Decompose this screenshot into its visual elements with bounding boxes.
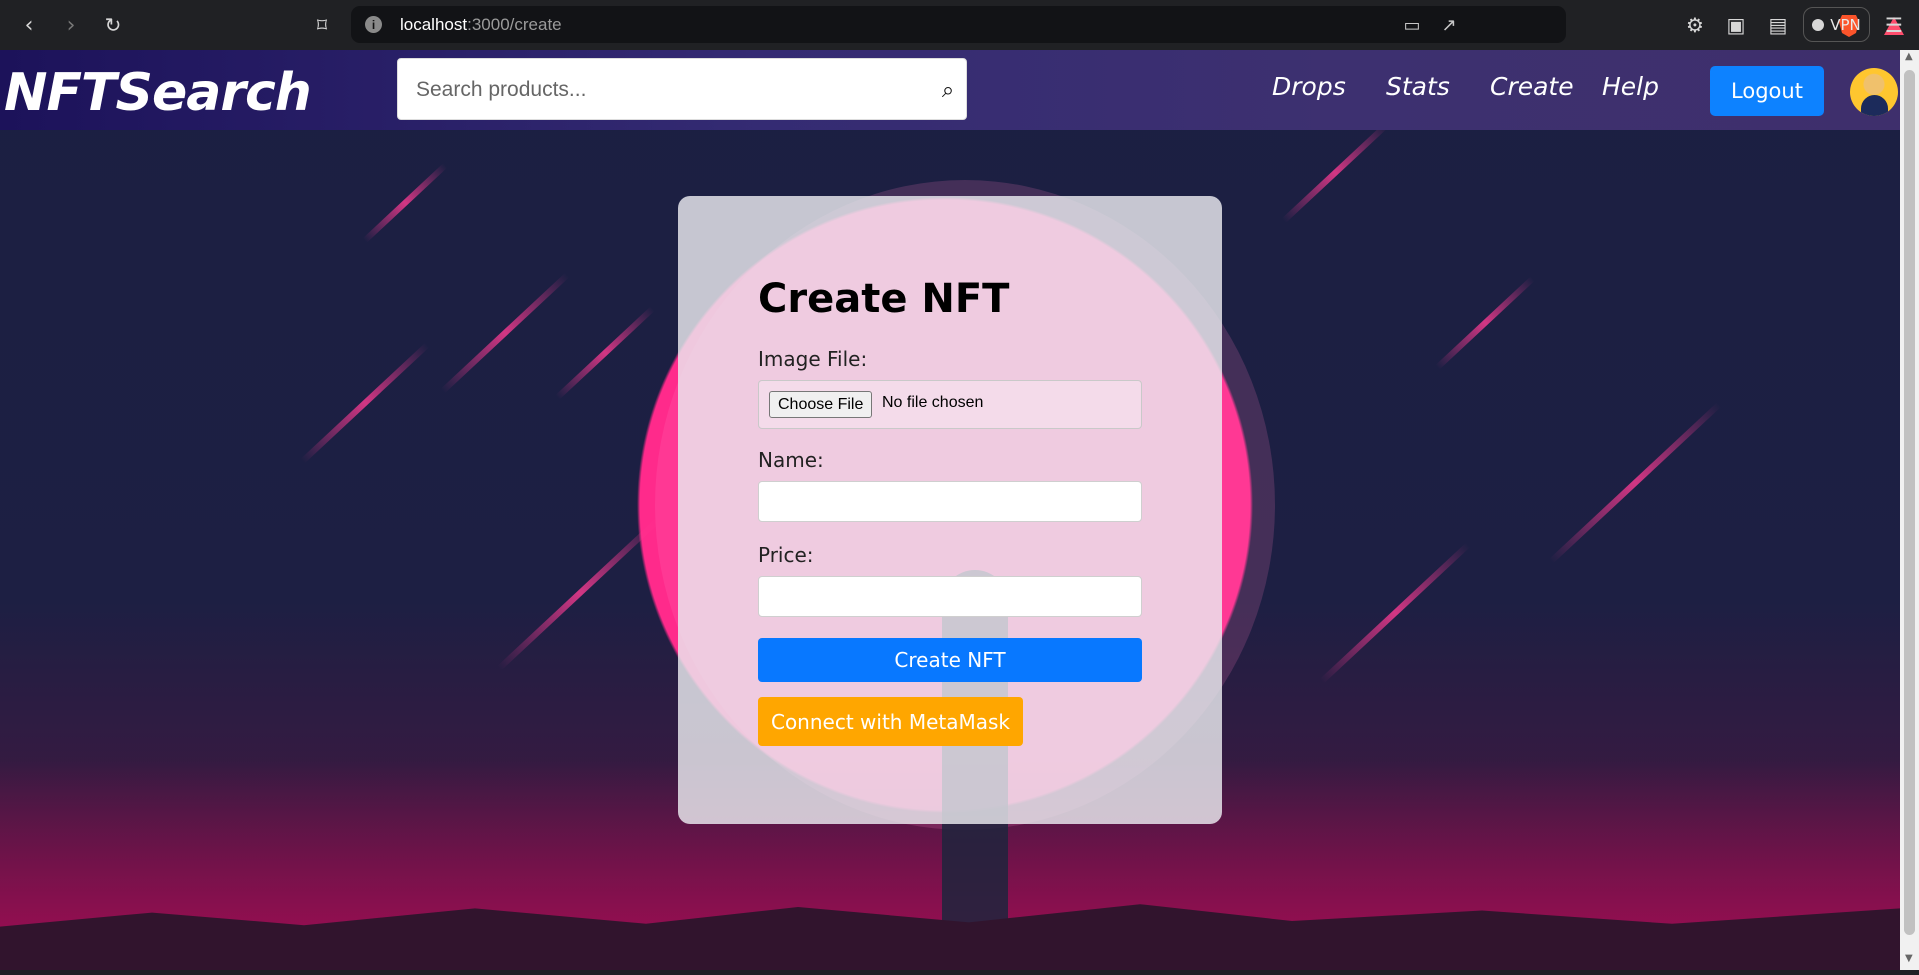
price-field[interactable]: [758, 576, 1142, 617]
page-scrollbar[interactable]: ▲ ▼: [1900, 50, 1919, 970]
brand-logo[interactable]: NFTSearch: [4, 63, 312, 123]
vpn-status-icon: [1812, 18, 1825, 31]
file-status: No file chosen: [882, 394, 984, 411]
url-path: :3000/create: [467, 15, 562, 34]
browser-toolbar: ‹ › ↻ ⌑ i localhost:3000/create ▭ ↗ ⚙ ▣ …: [0, 0, 1919, 50]
address-bar[interactable]: i localhost:3000/create ▭ ↗: [351, 6, 1904, 43]
nav-drops[interactable]: Drops: [1272, 72, 1346, 101]
vpn-button[interactable]: VPN: [1803, 7, 1870, 42]
back-icon[interactable]: ‹: [14, 10, 44, 40]
forward-icon[interactable]: ›: [56, 10, 86, 40]
nav-create[interactable]: Create: [1490, 72, 1574, 101]
image-file-input[interactable]: Choose File No file chosen: [758, 380, 1142, 429]
search-icon[interactable]: ⌕: [934, 76, 962, 104]
extensions-icon[interactable]: ⚙: [1683, 13, 1707, 37]
sidebar-icon[interactable]: ▣: [1724, 13, 1748, 37]
cast-icon[interactable]: ▭: [1401, 14, 1423, 36]
nav-help[interactable]: Help: [1602, 72, 1659, 101]
url-text[interactable]: localhost:3000/create: [400, 15, 562, 35]
image-file-label: Image File:: [758, 347, 868, 371]
scroll-down-icon[interactable]: ▼: [1905, 953, 1913, 964]
logout-button[interactable]: Logout: [1710, 66, 1824, 116]
url-host: localhost: [400, 15, 468, 34]
connect-metamask-button[interactable]: Connect with MetaMask: [758, 697, 1023, 746]
name-label: Name:: [758, 448, 824, 472]
scrollbar-thumb[interactable]: [1904, 70, 1915, 935]
rain-streak: [300, 342, 430, 464]
menu-icon[interactable]: ☰: [1882, 13, 1906, 37]
rain-streak: [362, 163, 448, 243]
reload-icon[interactable]: ↻: [98, 10, 128, 40]
site-navbar: NFTSearch ⌕ Drops Stats Create Help Logo…: [0, 50, 1900, 130]
name-field[interactable]: [758, 481, 1142, 522]
search-input[interactable]: [416, 72, 906, 108]
wallet-icon[interactable]: ▤: [1766, 13, 1790, 37]
share-icon[interactable]: ↗: [1438, 14, 1460, 36]
rain-streak: [1435, 276, 1535, 370]
rain-streak: [1548, 402, 1722, 564]
create-nft-card: Create NFT Image File: Choose File No fi…: [678, 196, 1222, 824]
rain-streak: [1319, 542, 1471, 684]
bookmark-icon[interactable]: ⌑: [307, 10, 337, 40]
rain-streak: [555, 306, 655, 400]
choose-file-button[interactable]: Choose File: [769, 391, 873, 418]
rain-streak: [497, 515, 663, 671]
web-page: NFTSearch ⌕ Drops Stats Create Help Logo…: [0, 50, 1900, 970]
price-label: Price:: [758, 543, 814, 567]
vpn-label: VPN: [1830, 15, 1861, 34]
rain-streak: [1281, 123, 1389, 223]
avatar[interactable]: [1850, 68, 1898, 116]
create-nft-button[interactable]: Create NFT: [758, 638, 1142, 682]
page-title: Create NFT: [758, 276, 1010, 322]
site-info-icon[interactable]: i: [365, 16, 382, 33]
scroll-up-icon[interactable]: ▲: [1905, 51, 1913, 62]
search-box: ⌕: [397, 58, 967, 120]
nav-stats[interactable]: Stats: [1386, 72, 1450, 101]
rain-streak: [440, 272, 570, 394]
